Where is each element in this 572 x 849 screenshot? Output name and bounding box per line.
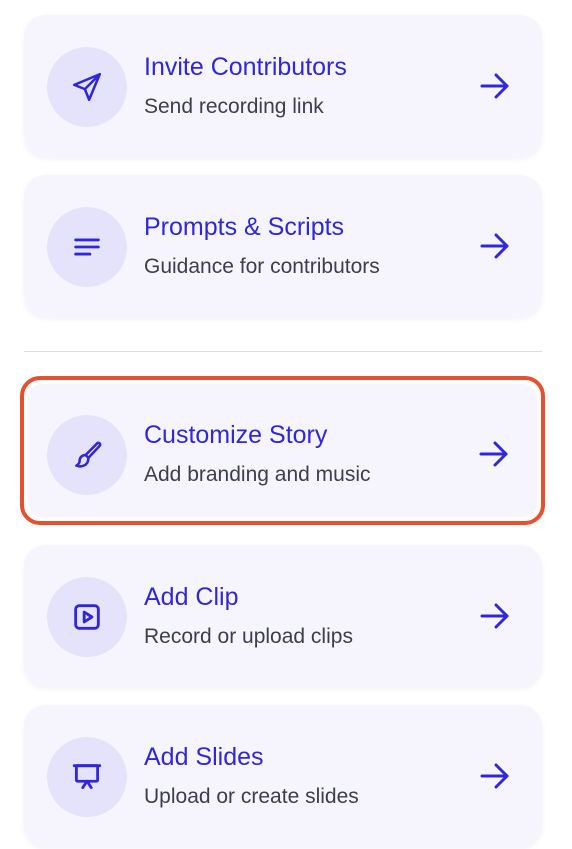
card-subtitle: Send recording link <box>144 95 324 118</box>
brush-icon <box>47 415 127 495</box>
prompts-scripts-card[interactable]: Prompts & Scripts Guidance for contribut… <box>24 175 542 317</box>
arrow-right-icon[interactable] <box>478 761 512 791</box>
lines-icon <box>47 207 127 287</box>
card-title: Prompts & Scripts <box>144 213 345 241</box>
card-subtitle: Guidance for contributors <box>144 255 380 278</box>
send-icon <box>47 47 127 127</box>
card-title: Add Slides <box>144 743 264 771</box>
card-subtitle: Add branding and music <box>144 463 371 486</box>
arrow-right-icon[interactable] <box>478 71 512 101</box>
presentation-icon <box>47 737 127 817</box>
card-subtitle: Upload or create slides <box>144 785 359 808</box>
customize-story-card[interactable]: Customize Story Add branding and music <box>20 376 545 525</box>
card-subtitle: Record or upload clips <box>144 625 353 648</box>
invite-contributors-card[interactable]: Invite Contributors Send recording link <box>24 15 542 157</box>
card-title: Invite Contributors <box>144 53 347 81</box>
card-title: Add Clip <box>144 583 239 611</box>
add-clip-card[interactable]: Add Clip Record or upload clips <box>24 545 542 687</box>
play-square-icon <box>47 577 127 657</box>
add-slides-card[interactable]: Add Slides Upload or create slides <box>24 705 542 847</box>
section-divider <box>24 351 542 352</box>
arrow-right-icon[interactable] <box>478 231 512 261</box>
arrow-right-icon[interactable] <box>477 439 511 469</box>
arrow-right-icon[interactable] <box>478 601 512 631</box>
card-title: Customize Story <box>144 421 328 449</box>
